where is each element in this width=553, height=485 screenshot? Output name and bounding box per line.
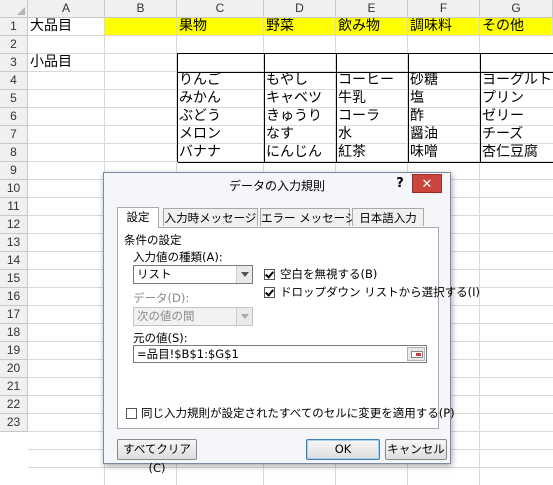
item-cell[interactable]: コーヒー [336,72,408,90]
close-button[interactable]: ✕ [412,174,442,193]
row-header[interactable]: 23 [0,414,28,432]
row-header[interactable]: 18 [0,324,28,342]
row-header[interactable]: 1 [0,18,28,36]
row-header[interactable]: 8 [0,144,28,162]
row-header[interactable]: 15 [0,270,28,288]
collapse-dialog-icon[interactable] [407,347,425,361]
row-header[interactable]: 22 [0,396,28,414]
item-cell[interactable]: ぶどう [177,108,264,126]
close-icon: ✕ [421,177,433,192]
help-button[interactable]: ? [392,174,408,194]
data-select: 次の値の間 [133,307,253,326]
category-cell[interactable]: その他 [480,18,553,36]
row-header[interactable]: 17 [0,306,28,324]
cell-b1[interactable] [105,18,177,36]
item-cell[interactable]: ヨーグルト [480,72,553,90]
item-cell[interactable]: ゼリー [480,108,553,126]
column-header-b[interactable]: B [105,0,177,18]
clear-all-button[interactable]: すべてクリア(C) [117,439,197,475]
cell-a3[interactable]: 小品目 [28,54,105,72]
item-cell[interactable]: 味噌 [408,144,480,162]
source-input-value: =品目!$B$1:$G$1 [137,347,239,361]
tab-input-message[interactable]: 入力時メッセージ [163,208,258,226]
column-header-e[interactable]: E [336,0,408,18]
chevron-down-icon [236,308,252,325]
row-header[interactable]: 13 [0,234,28,252]
data-select-value: 次の値の間 [137,309,195,323]
item-cell[interactable]: にんじん [264,144,336,162]
chevron-down-icon [236,266,252,283]
item-cell[interactable]: きゅうり [264,108,336,126]
data-label: データ(D): [133,291,190,305]
item-cell[interactable]: りんご [177,72,264,90]
column-header-a[interactable]: A [28,0,105,18]
column-header-c[interactable]: C [177,0,264,18]
settings-panel: 条件の設定 入力値の種類(A): リスト 空白を無視する(B) ドロップダウン … [117,227,480,429]
row-header[interactable]: 3 [0,54,28,72]
item-cell[interactable]: チーズ [480,126,553,144]
column-header-f[interactable]: F [408,0,480,18]
item-cell[interactable]: もやし [264,72,336,90]
item-cell[interactable]: 紅茶 [336,144,408,162]
data-validation-dialog: データの入力規則 ? ✕ 設定 入力時メッセージ エラー メッセージ 日本語入力… [103,172,480,475]
item-cell[interactable]: 醤油 [408,126,480,144]
item-cell[interactable]: 砂糖 [408,72,480,90]
row-header[interactable]: 20 [0,360,28,378]
cell-a1[interactable]: 大品目 [28,18,105,36]
select-all-corner[interactable] [0,0,28,18]
ignore-blank-checkbox[interactable] [264,269,275,280]
row-header[interactable]: 16 [0,288,28,306]
row-header[interactable]: 2 [0,36,28,54]
in-cell-dropdown-checkbox[interactable] [264,287,275,298]
item-cell[interactable]: 杏仁豆腐 [480,144,553,162]
allow-label: 入力値の種類(A): [133,250,223,264]
item-cell[interactable]: 塩 [408,90,480,108]
source-input[interactable]: =品目!$B$1:$G$1 [133,345,427,363]
cancel-button[interactable]: キャンセル [385,439,447,460]
row-header[interactable]: 12 [0,216,28,234]
item-cell[interactable]: みかん [177,90,264,108]
tab-settings[interactable]: 設定 [117,207,159,228]
column-header-d[interactable]: D [264,0,336,18]
item-cell[interactable]: キャベツ [264,90,336,108]
ignore-blank-label[interactable]: 空白を無視する(B) [280,266,377,282]
apply-all-label[interactable]: 同じ入力規則が設定されたすべてのセルに変更を適用する(P) [141,405,455,421]
item-cell[interactable]: なす [264,126,336,144]
tab-error-message[interactable]: エラー メッセージ [260,208,356,226]
category-cell[interactable]: 飲み物 [336,18,408,36]
item-cell[interactable]: バナナ [177,144,264,162]
in-cell-dropdown-label[interactable]: ドロップダウン リストから選択する(I) [280,284,480,300]
row-header[interactable]: 4 [0,72,28,90]
allow-select[interactable]: リスト [133,265,253,284]
item-cell[interactable]: 水 [336,126,408,144]
category-cell[interactable]: 調味料 [408,18,480,36]
item-cell[interactable]: 牛乳 [336,90,408,108]
apply-all-checkbox[interactable] [126,408,137,419]
item-cell[interactable]: コーラ [336,108,408,126]
column-header-g[interactable]: G [480,0,553,18]
row-header[interactable]: 11 [0,198,28,216]
row-header[interactable]: 14 [0,252,28,270]
row-header[interactable]: 21 [0,378,28,396]
row-header[interactable]: 19 [0,342,28,360]
item-cell[interactable]: メロン [177,126,264,144]
item-cell[interactable]: プリン [480,90,553,108]
section-heading: 条件の設定 [124,233,182,247]
item-cell[interactable]: 酢 [408,108,480,126]
category-cell[interactable]: 果物 [177,18,264,36]
row-header[interactable]: 5 [0,90,28,108]
tab-japanese-input[interactable]: 日本語入力 [352,208,424,226]
row-header[interactable]: 9 [0,162,28,180]
row-header[interactable]: 6 [0,108,28,126]
ok-button[interactable]: OK [306,439,380,460]
source-label: 元の値(S): [133,331,188,345]
allow-select-value: リスト [137,267,172,281]
row-header[interactable]: 10 [0,180,28,198]
category-cell[interactable]: 野菜 [264,18,336,36]
row-header[interactable]: 7 [0,126,28,144]
